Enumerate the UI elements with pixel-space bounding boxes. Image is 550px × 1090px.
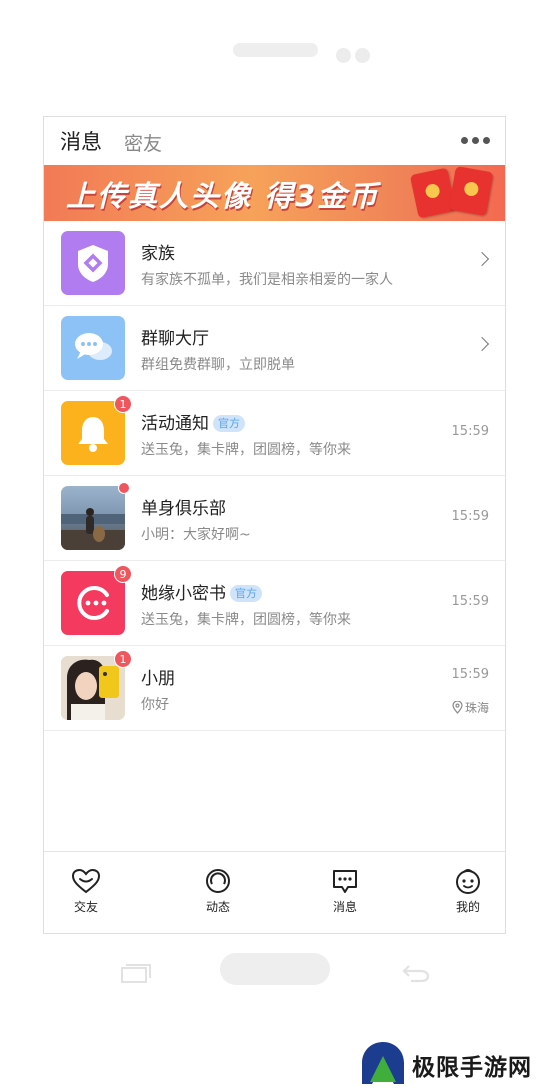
ring-icon: [206, 869, 230, 893]
official-tag: 官方: [213, 415, 245, 432]
red-envelope-icon: [409, 167, 457, 219]
chevron-right-icon: [474, 251, 490, 267]
banner-text: 上传真人头像 得3金币: [66, 179, 380, 213]
recent-apps-icon[interactable]: [121, 963, 151, 987]
watermark: 极限手游网: [360, 1040, 531, 1086]
family-avatar: [61, 231, 125, 295]
selfie-photo: [61, 656, 125, 720]
item-time: 15:59: [451, 424, 489, 439]
unread-badge: 1: [114, 395, 132, 413]
item-subtitle: 群组免费群聊，立即脱单: [141, 357, 295, 373]
beach-photo: [61, 508, 125, 550]
watermark-logo-icon: [362, 1042, 404, 1084]
smile-face-icon: [77, 586, 109, 620]
nav-messages[interactable]: 消息: [315, 868, 375, 915]
list-item-activity-notice[interactable]: 1 活动通知 官方 送玉兔，集卡牌，团圆榜，等你来 15:59: [44, 391, 505, 476]
promo-banner[interactable]: 上传真人头像 得3金币: [44, 165, 505, 221]
location-tag: 珠海: [452, 699, 489, 716]
item-subtitle: 你好: [141, 697, 169, 713]
chevron-right-icon: [474, 336, 490, 352]
unread-dot: [118, 482, 130, 494]
bottom-nav: 交友 动态 消息 我的: [44, 851, 505, 933]
item-subtitle: 送玉兔，集卡牌，团圆榜，等你来: [141, 612, 351, 628]
secretary-avatar: [61, 571, 125, 635]
list-item-family[interactable]: 家族 有家族不孤单，我们是相亲相爱的一家人: [44, 221, 505, 306]
heart-icon: [71, 868, 101, 894]
tab-close-friends[interactable]: 密友: [124, 129, 162, 156]
list-item-secretary[interactable]: 9 她缘小密书 官方 送玉兔，集卡牌，团圆榜，等你来 15:59: [44, 561, 505, 646]
location-pin-icon: [452, 700, 463, 714]
item-subtitle: 有家族不孤单，我们是相亲相爱的一家人: [141, 272, 393, 288]
official-tag: 官方: [230, 585, 262, 602]
app-screen: 消息 密友 上传真人头像 得3金币 家族 有家族不孤单，我们是相亲相爱的一家人: [43, 116, 506, 934]
item-title: 单身俱乐部: [141, 499, 226, 519]
list-item-group-chat[interactable]: 群聊大厅 群组免费群聊，立即脱单: [44, 306, 505, 391]
red-envelope-icon: [448, 166, 494, 216]
more-icon[interactable]: [461, 137, 491, 145]
bell-icon: [78, 417, 108, 452]
user-avatar: [61, 656, 125, 720]
chat-bubbles-icon: [75, 333, 112, 360]
phone-speaker: [233, 43, 318, 57]
nav-make-friends[interactable]: 交友: [56, 868, 116, 915]
message-icon: [333, 870, 357, 893]
unread-badge: 1: [114, 650, 132, 668]
item-title: 群聊大厅: [141, 329, 209, 349]
top-bar: 消息 密友: [44, 117, 505, 165]
group-chat-avatar: [61, 316, 125, 380]
home-button[interactable]: [220, 953, 330, 985]
list-item-xiaopeng[interactable]: 1 小朋 你好 15:59 珠海: [44, 646, 505, 731]
item-title: 家族: [141, 244, 175, 264]
item-subtitle: 小明：大家好啊~: [141, 527, 251, 543]
tab-messages[interactable]: 消息: [60, 126, 102, 156]
phone-camera: [336, 48, 351, 63]
item-title: 小朋: [141, 669, 175, 689]
back-icon[interactable]: [401, 962, 431, 988]
nav-moments[interactable]: 动态: [188, 868, 248, 915]
unread-badge: 9: [114, 565, 132, 583]
nav-profile[interactable]: 我的: [438, 868, 498, 915]
singles-club-avatar: [61, 486, 125, 550]
item-subtitle: 送玉兔，集卡牌，团圆榜，等你来: [141, 442, 351, 458]
watermark-text: 极限手游网: [412, 1055, 532, 1081]
activity-avatar: [61, 401, 125, 465]
item-title: 她缘小密书 官方: [141, 579, 262, 604]
item-time: 15:59: [451, 594, 489, 609]
phone-sensor: [355, 48, 370, 63]
item-time: 15:59: [451, 667, 489, 682]
list-item-singles-club[interactable]: 单身俱乐部 小明：大家好啊~ 15:59: [44, 476, 505, 561]
shield-icon: [78, 245, 108, 282]
item-time: 15:59: [451, 509, 489, 524]
item-title: 活动通知 官方: [141, 409, 245, 434]
face-icon: [456, 869, 480, 894]
